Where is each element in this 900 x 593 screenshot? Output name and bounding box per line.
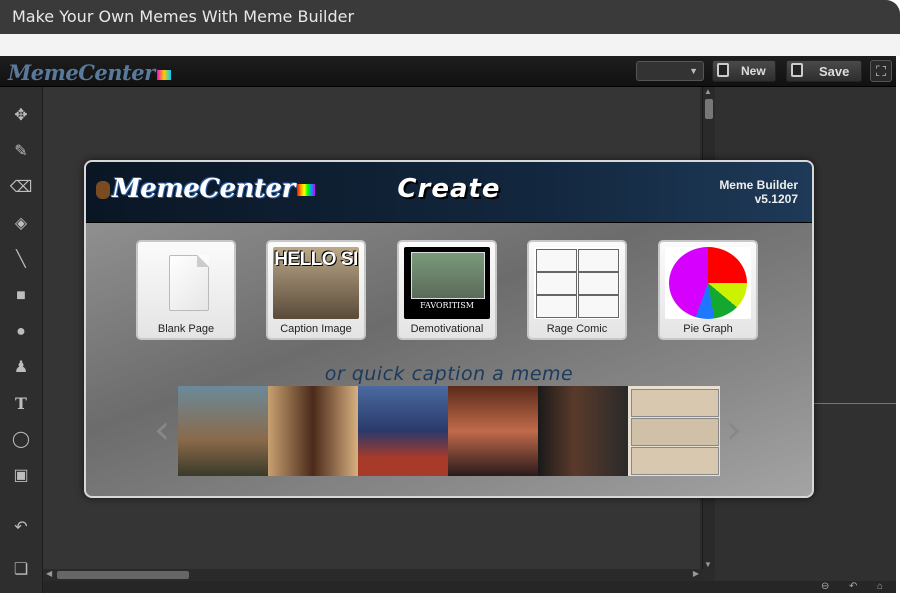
scroll-down-icon[interactable]: ▼ [704, 560, 712, 569]
tool-palette: ✥ ✎ ⌫ ◈ ╲ ■ ● ♟ T ◯ ▣ ↶ ❏ [0, 87, 43, 593]
scroll-right-icon[interactable]: ▶ [693, 569, 699, 578]
comic-panel [631, 447, 719, 475]
option-label: Rage Comic [546, 323, 608, 335]
comic-panel [536, 295, 577, 318]
quick-caption-heading: or quick caption a meme [324, 363, 574, 385]
text-tool-icon[interactable]: T [8, 391, 34, 417]
meme-thumbnail[interactable] [538, 386, 628, 476]
comic-panel [578, 249, 619, 272]
option-label: Pie Graph [683, 323, 733, 335]
rectangle-tool-icon[interactable]: ■ [8, 283, 34, 309]
option-pie-graph[interactable]: Pie Graph [658, 240, 758, 340]
dialog-title: Create [397, 174, 501, 204]
chevron-down-icon: ▼ [689, 66, 698, 76]
meme-thumbnail[interactable] [628, 386, 720, 476]
floppy-disk-icon [791, 63, 803, 77]
comic-panel [578, 272, 619, 295]
vertical-scroll-thumb[interactable] [705, 99, 713, 119]
horizontal-scrollbar[interactable]: ◀ ▶ [43, 569, 702, 581]
layers-icon[interactable]: ❏ [8, 557, 34, 583]
option-label: Blank Page [157, 323, 215, 335]
blank-page-thumb [143, 247, 229, 319]
fullscreen-icon[interactable]: ⛶ [870, 60, 892, 82]
version-info: Meme Builder v5.1207 [719, 178, 798, 206]
demotivational-photo [411, 252, 485, 299]
tab-strip [0, 34, 900, 56]
new-document-icon [717, 63, 729, 77]
caption-image-thumb: HELLO SI [273, 247, 359, 319]
window-titlebar: Make Your Own Memes With Meme Builder [0, 0, 900, 34]
dialog-header: MemeCenter Create Meme Builder v5.1207 [86, 162, 812, 223]
meme-thumbnail[interactable] [448, 386, 538, 476]
version-name: Meme Builder [719, 178, 798, 192]
trash-icon[interactable]: ⌂ [877, 581, 883, 592]
scroll-up-icon[interactable]: ▲ [704, 87, 712, 96]
blank-page-icon [169, 255, 209, 311]
line-tool-icon[interactable]: ╲ [8, 247, 34, 273]
caption-thumb-text: HELLO SI [274, 249, 358, 270]
new-button[interactable]: New [712, 60, 776, 82]
option-rage-comic[interactable]: Rage Comic [527, 240, 627, 340]
stamp-tool-icon[interactable]: ♟ [8, 355, 34, 381]
meme-thumbnail[interactable] [178, 386, 268, 476]
demotivational-thumb: FAVORITISM [404, 247, 490, 319]
status-bar: ⊖ ↶ ⌂ [43, 581, 896, 593]
template-dropdown[interactable]: ▼ [636, 61, 704, 81]
version-number: v5.1207 [754, 192, 798, 206]
meme-template-carousel [178, 386, 720, 476]
meme-thumbnail[interactable] [358, 386, 448, 476]
pie-graph-thumb [665, 247, 751, 319]
meme-thumbnail[interactable] [268, 386, 358, 476]
carousel-prev-arrow[interactable]: ‹ [154, 410, 172, 450]
option-demotivational[interactable]: FAVORITISM Demotivational [397, 240, 497, 340]
nyan-cat-icon [156, 70, 171, 80]
comic-panel [631, 418, 719, 446]
scroll-left-icon[interactable]: ◀ [46, 569, 52, 578]
brand-logo-text: MemeCenter [8, 60, 155, 85]
undo-icon[interactable]: ↶ [8, 515, 34, 541]
move-tool-icon[interactable]: ✥ [8, 103, 34, 129]
save-button-label: Save [819, 64, 850, 79]
eraser-tool-icon[interactable]: ⌫ [8, 175, 34, 201]
ellipse-tool-icon[interactable]: ● [8, 319, 34, 345]
speech-bubble-tool-icon[interactable]: ◯ [8, 427, 34, 453]
save-button[interactable]: Save [786, 60, 862, 82]
brand-logo[interactable]: MemeCenter [8, 60, 171, 85]
undo-small-icon[interactable]: ↶ [849, 581, 857, 592]
horizontal-scroll-thumb[interactable] [57, 571, 189, 579]
image-tool-icon[interactable]: ▣ [8, 463, 34, 489]
carousel-next-arrow[interactable]: › [726, 410, 744, 450]
comic-panel [631, 389, 719, 417]
app-toolbar: MemeCenter ▼ New Save ⛶ [0, 56, 896, 87]
brush-tool-icon[interactable]: ✎ [8, 139, 34, 165]
option-label: Demotivational [410, 323, 484, 335]
comic-panel [578, 295, 619, 318]
option-label: Caption Image [280, 323, 352, 335]
window-title: Make Your Own Memes With Meme Builder [12, 7, 355, 26]
zoom-out-icon[interactable]: ⊖ [821, 581, 829, 592]
pie-chart-icon [669, 247, 747, 319]
rage-comic-thumb [534, 247, 620, 319]
comic-panel [536, 272, 577, 295]
fill-tool-icon[interactable]: ◈ [8, 211, 34, 237]
option-caption-image[interactable]: HELLO SI Caption Image [266, 240, 366, 340]
demotivational-thumb-text: FAVORITISM [420, 301, 474, 310]
option-blank-page[interactable]: Blank Page [136, 240, 236, 340]
new-button-label: New [741, 64, 766, 78]
create-dialog: MemeCenter Create Meme Builder v5.1207 B… [84, 160, 814, 498]
comic-panel [536, 249, 577, 272]
